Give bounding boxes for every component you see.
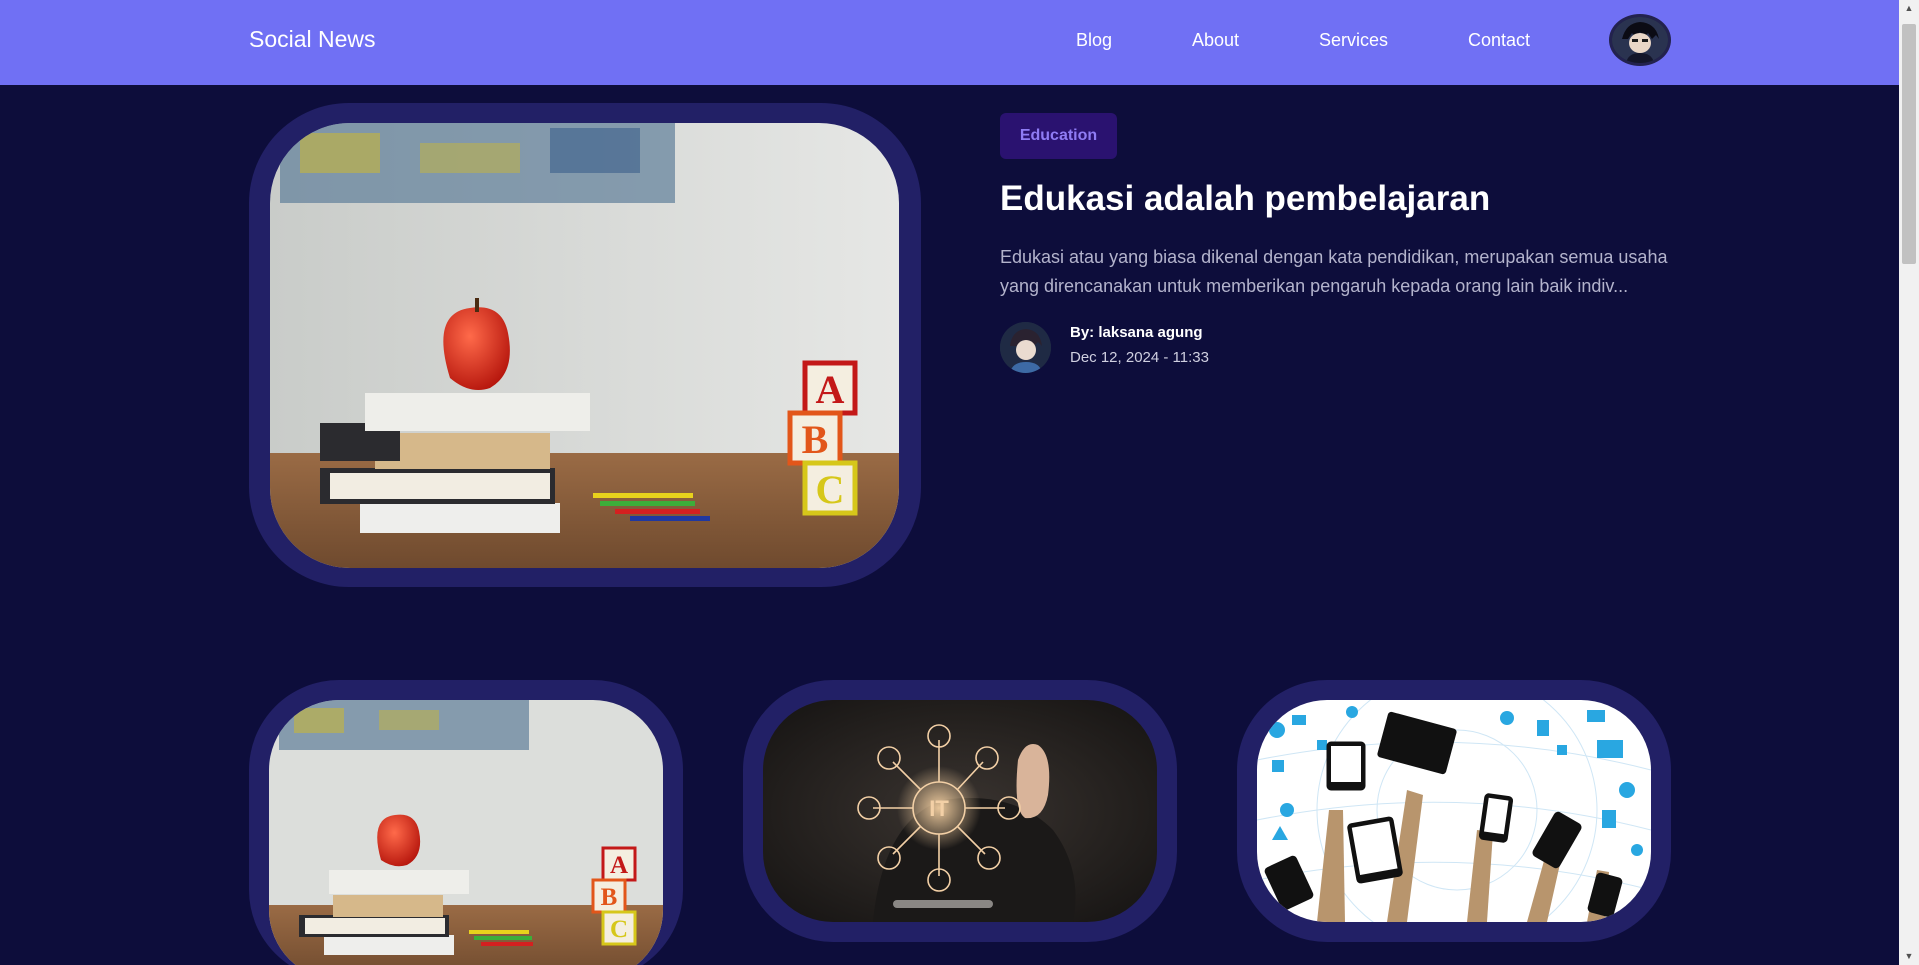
- svg-text:B: B: [601, 884, 618, 911]
- svg-text:B: B: [802, 417, 829, 462]
- author-avatar-icon: [1000, 322, 1051, 373]
- page-scrollbar[interactable]: ▲ ▼: [1899, 0, 1919, 965]
- brand-logo[interactable]: Social News: [249, 26, 376, 53]
- nav-link-services[interactable]: Services: [1319, 30, 1388, 51]
- svg-text:A: A: [816, 367, 845, 412]
- post-card[interactable]: IT: [743, 680, 1177, 942]
- devices-network-image[interactable]: [1257, 700, 1651, 922]
- featured-excerpt: Edukasi atau yang biasa dikenal dengan k…: [1000, 247, 1668, 296]
- user-avatar-icon[interactable]: [1609, 14, 1671, 66]
- books-apple-abc-image[interactable]: A B C: [269, 700, 663, 965]
- nav-link-blog[interactable]: Blog: [1076, 30, 1112, 51]
- scroll-thumb[interactable]: [1902, 24, 1916, 264]
- nav-link-contact[interactable]: Contact: [1468, 30, 1530, 51]
- category-badge[interactable]: Education: [1000, 113, 1117, 159]
- scroll-down-icon[interactable]: ▼: [1899, 948, 1919, 965]
- author-name: By: laksana agung: [1070, 324, 1203, 341]
- navbar: Social News Blog About Services Contact: [0, 0, 1899, 85]
- it-technology-image[interactable]: IT: [763, 700, 1157, 922]
- post-card[interactable]: [1237, 680, 1671, 942]
- post-date: Dec 12, 2024 - 11:33: [1070, 349, 1209, 366]
- svg-text:C: C: [610, 916, 628, 943]
- svg-text:C: C: [816, 467, 845, 512]
- svg-text:A: A: [610, 852, 628, 879]
- scroll-up-icon[interactable]: ▲: [1899, 0, 1919, 17]
- featured-image-frame[interactable]: A B C: [249, 103, 921, 587]
- post-card[interactable]: A B C: [249, 680, 683, 965]
- it-label: IT: [929, 796, 949, 821]
- featured-title[interactable]: Edukasi adalah pembelajaran: [1000, 179, 1490, 219]
- books-apple-abc-image[interactable]: A B C: [270, 123, 899, 568]
- nav-link-about[interactable]: About: [1192, 30, 1239, 51]
